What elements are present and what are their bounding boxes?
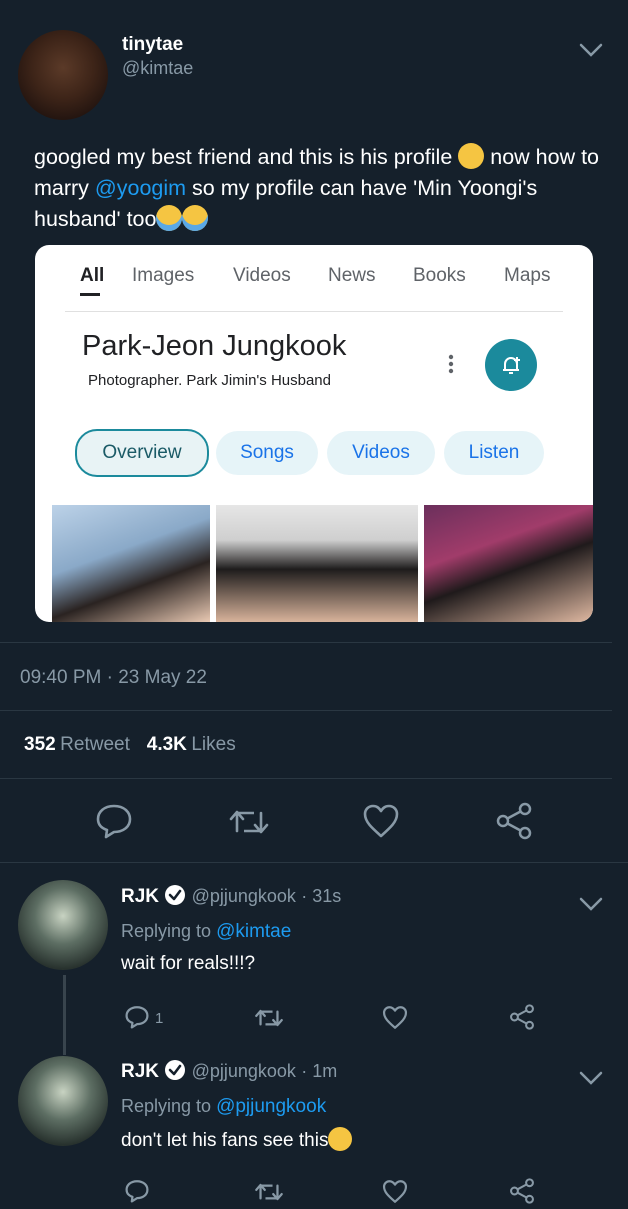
knowledge-panel-title: Park-Jeon Jungkook — [82, 330, 347, 362]
verified-icon — [164, 1059, 186, 1081]
reply-avatar[interactable] — [18, 1056, 108, 1146]
tab-all[interactable]: All — [80, 265, 104, 287]
chip-listen[interactable]: Listen — [444, 431, 544, 475]
share-icon[interactable] — [509, 1004, 535, 1035]
tabs-divider — [65, 311, 563, 312]
likes-count[interactable]: 4.3K — [147, 734, 187, 755]
crying-face-emoji-icon — [182, 205, 209, 231]
like-icon[interactable] — [382, 1005, 408, 1035]
active-tab-indicator — [80, 293, 100, 296]
mention-link[interactable]: @yoogim — [95, 176, 186, 200]
share-icon[interactable] — [509, 1178, 535, 1209]
thread-connector-line — [63, 975, 66, 1055]
crying-face-emoji-icon — [156, 205, 183, 231]
reply-icon[interactable] — [124, 1178, 150, 1209]
divider — [0, 710, 612, 711]
retweet-label[interactable]: Retweet — [60, 734, 130, 755]
reply-text-content: don't let his fans see this — [121, 1130, 329, 1151]
reply-text: don't let his fans see this — [121, 1127, 353, 1152]
divider — [0, 642, 612, 643]
like-icon[interactable] — [362, 803, 400, 844]
reply-author-handle[interactable]: @pjjungkook — [192, 886, 296, 906]
reply-author-handle[interactable]: @pjjungkook — [192, 1061, 296, 1081]
replying-to: Replying to @kimtae — [121, 921, 291, 943]
reply-text: wait for reals!!!? — [121, 953, 256, 974]
verified-icon — [164, 884, 186, 906]
reply-icon[interactable] — [94, 802, 134, 845]
share-icon[interactable] — [495, 802, 533, 845]
reply-count: 1 — [155, 1010, 164, 1027]
profile-photo-1[interactable] — [52, 505, 210, 622]
retweet-count[interactable]: 352 — [24, 734, 56, 755]
reply-time[interactable]: · 31s — [301, 886, 341, 906]
retweet-icon[interactable] — [228, 805, 270, 844]
profile-photo-3[interactable] — [424, 505, 593, 622]
tweet-timestamp[interactable]: 09:40 PM · 23 May 22 — [20, 667, 207, 689]
reply-author-name[interactable]: RJK — [121, 886, 159, 907]
reply-header: RJK @pjjungkook · 1m — [121, 1059, 337, 1083]
flushed-face-emoji-icon — [328, 1127, 353, 1151]
like-icon[interactable] — [382, 1179, 408, 1209]
chevron-down-icon[interactable] — [578, 1068, 604, 1093]
tab-books[interactable]: Books — [413, 265, 466, 287]
divider — [0, 778, 612, 779]
tweet-text-part: googled my best friend and this is his p… — [34, 145, 459, 169]
tweet-text: googled my best friend and this is his p… — [34, 142, 604, 235]
retweet-icon[interactable] — [254, 1006, 284, 1035]
divider — [0, 862, 628, 863]
knowledge-panel-subtitle: Photographer. Park Jimin's Husband — [88, 372, 331, 389]
replying-to-label: Replying to — [121, 1096, 217, 1116]
replying-to-mention[interactable]: @pjjungkook — [216, 1096, 326, 1117]
reply-time[interactable]: · 1m — [301, 1061, 337, 1081]
chevron-down-icon[interactable] — [578, 894, 604, 919]
reply-author-name[interactable]: RJK — [121, 1061, 159, 1082]
author-name[interactable]: tinytae — [122, 34, 183, 56]
notification-add-icon[interactable] — [485, 339, 537, 391]
tweet-stats: 352 Retweet 4.3K Likes — [24, 734, 236, 756]
author-avatar[interactable] — [18, 30, 108, 120]
hand-over-mouth-emoji-icon — [458, 143, 485, 169]
tab-maps[interactable]: Maps — [504, 265, 550, 287]
chip-overview[interactable]: Overview — [75, 429, 209, 477]
tab-videos[interactable]: Videos — [233, 265, 291, 287]
replying-to: Replying to @pjjungkook — [121, 1096, 326, 1118]
chip-songs[interactable]: Songs — [216, 431, 318, 475]
retweet-icon[interactable] — [254, 1180, 284, 1209]
chip-videos[interactable]: Videos — [327, 431, 435, 475]
tab-images[interactable]: Images — [132, 265, 194, 287]
tab-news[interactable]: News — [328, 265, 376, 287]
more-vert-icon[interactable] — [447, 353, 455, 380]
author-handle[interactable]: @kimtae — [122, 58, 193, 79]
likes-label[interactable]: Likes — [191, 734, 235, 755]
embedded-image-card[interactable]: All Images Videos News Books Maps Park-J… — [35, 245, 593, 622]
replying-to-label: Replying to — [121, 921, 217, 941]
chevron-down-icon[interactable] — [578, 40, 604, 65]
reply-avatar[interactable] — [18, 880, 108, 970]
reply-header: RJK @pjjungkook · 31s — [121, 884, 341, 908]
profile-photo-2[interactable] — [216, 505, 418, 622]
reply-icon[interactable] — [124, 1004, 150, 1035]
replying-to-mention[interactable]: @kimtae — [216, 921, 291, 942]
